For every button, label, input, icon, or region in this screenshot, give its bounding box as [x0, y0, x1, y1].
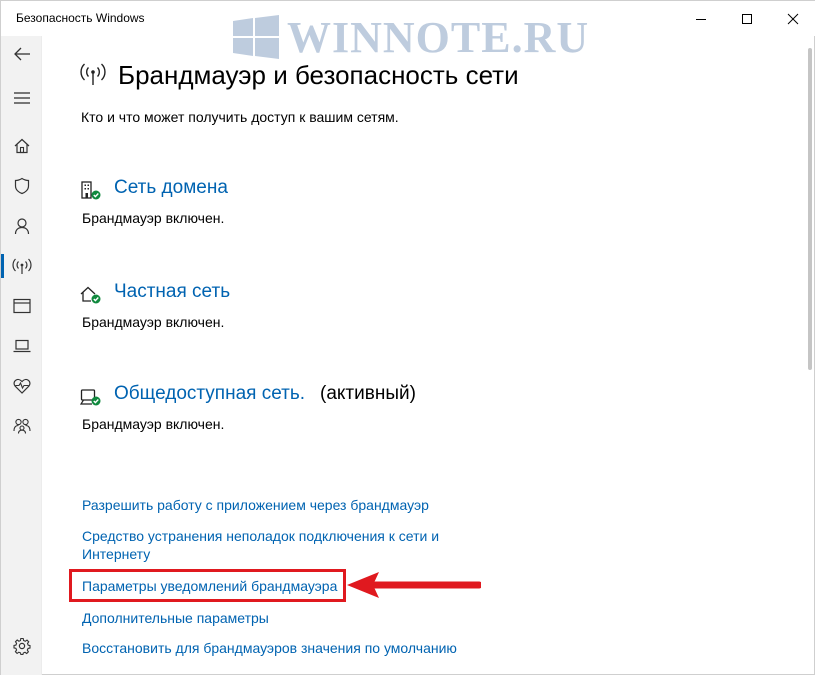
- nav-account-protection[interactable]: [1, 206, 42, 246]
- nav-virus-protection[interactable]: [1, 166, 42, 206]
- network-public-status: Брандмауэр включен.: [82, 416, 225, 432]
- network-private-status: Брандмауэр включен.: [82, 314, 225, 330]
- network-domain-link[interactable]: Сеть домена: [114, 177, 228, 199]
- page-description: Кто и что может получить доступ к вашим …: [81, 109, 399, 125]
- page-title: Брандмауэр и безопасность сети: [118, 60, 519, 90]
- window: Безопасность Windows WINNOTE.RU Брандмау…: [0, 0, 815, 675]
- back-arrow-icon: [13, 47, 30, 61]
- troubleshooter-link[interactable]: Средство устранения неполадок подключени…: [82, 527, 439, 563]
- nav-device-performance[interactable]: [1, 366, 42, 406]
- close-icon: [787, 13, 799, 24]
- person-icon: [14, 218, 29, 235]
- menu-button[interactable]: [1, 78, 42, 118]
- nav-rail: [1, 36, 42, 675]
- network-domain-status: Брандмауэр включен.: [82, 210, 225, 226]
- minimize-icon: [696, 18, 706, 20]
- title-bar: Безопасность Windows: [1, 1, 815, 36]
- public-network-icon: [80, 389, 101, 406]
- nav-firewall[interactable]: [1, 246, 42, 286]
- scrollbar-thumb[interactable]: [808, 48, 812, 370]
- shield-icon: [14, 177, 29, 195]
- nav-family-options[interactable]: [1, 406, 42, 446]
- app-browser-icon: [12, 298, 31, 314]
- back-button[interactable]: [1, 34, 42, 74]
- vertical-scrollbar[interactable]: [804, 36, 815, 675]
- network-public-link[interactable]: Общедоступная сеть.: [114, 383, 305, 405]
- maximize-button[interactable]: [724, 1, 770, 36]
- network-public-active-label: (активный): [320, 383, 416, 404]
- wireless-signal-icon: [11, 258, 32, 274]
- firewall-header-icon: [80, 63, 106, 85]
- hamburger-menu-icon: [13, 92, 30, 104]
- window-title: Безопасность Windows: [16, 11, 145, 25]
- close-button[interactable]: [770, 1, 815, 36]
- gear-icon: [12, 637, 31, 655]
- family-icon: [12, 418, 31, 434]
- laptop-icon: [13, 339, 30, 353]
- main-content: Брандмауэр и безопасность сети Кто и что…: [42, 36, 804, 675]
- nav-app-browser-control[interactable]: [1, 286, 42, 326]
- maximize-icon: [742, 13, 752, 24]
- nav-device-security[interactable]: [1, 326, 42, 366]
- nav-home[interactable]: [1, 126, 42, 166]
- advanced-settings-link[interactable]: Дополнительные параметры: [82, 609, 269, 627]
- minimize-button[interactable]: [678, 1, 724, 36]
- allow-app-link[interactable]: Разрешить работу с приложением через бра…: [82, 496, 429, 514]
- home-icon: [14, 138, 29, 154]
- annotation-arrow-icon: [347, 572, 481, 598]
- heart-pulse-icon: [13, 378, 30, 394]
- troubleshooter-link-line1: Средство устранения неполадок подключени…: [82, 528, 440, 544]
- annotation-highlight-box: [69, 569, 346, 602]
- troubleshooter-link-line2: Интернету: [82, 546, 151, 562]
- domain-network-icon: [81, 181, 101, 200]
- network-private-link[interactable]: Частная сеть: [114, 281, 230, 303]
- private-network-icon: [80, 286, 101, 304]
- restore-defaults-link[interactable]: Восстановить для брандмауэров значения п…: [82, 639, 457, 657]
- nav-settings[interactable]: [1, 626, 42, 666]
